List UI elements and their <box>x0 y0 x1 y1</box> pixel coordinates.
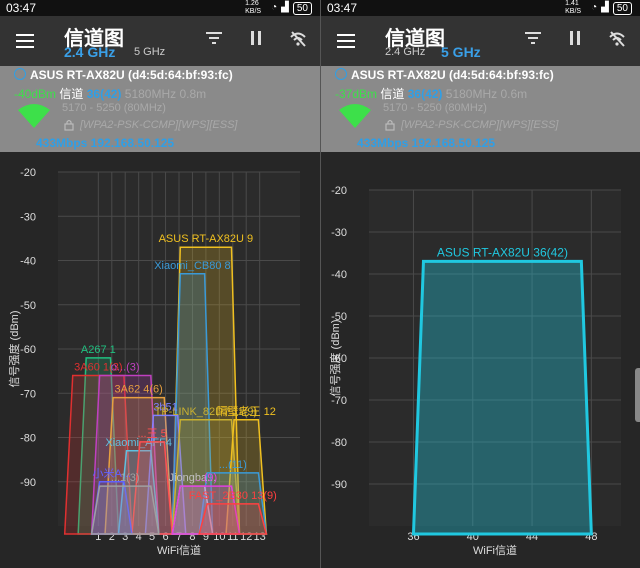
filter-icon[interactable] <box>204 30 224 50</box>
battery-icon: 50 <box>292 1 312 15</box>
series-label: ...1(3) <box>111 472 140 484</box>
band-tab-5ghz[interactable]: 5 GHz <box>134 46 165 58</box>
channel-label: 信道 <box>380 87 405 101</box>
series-label: ASUS RT-AX82U 36(42) <box>437 245 568 259</box>
right-screen: 03:47 1.41 KB/S ◔ ▟ 50 信道图 2.4 GHz 5 GHz… <box>321 0 640 568</box>
channel-value: 36(42) <box>407 87 443 101</box>
signal-icon: ▟ <box>281 2 289 13</box>
wifi-signal-icon <box>18 104 50 128</box>
wifi-status-icon: ◔ <box>271 2 278 13</box>
x-axis-label: WiFi信道 <box>157 543 201 557</box>
series-label: ...(11) <box>219 459 247 471</box>
y-tick-label: -90 <box>20 477 36 489</box>
lock-icon <box>385 119 395 131</box>
app-toolbar: 信道图 2.4 GHz 5 GHz <box>321 16 640 66</box>
y-tick-label: -30 <box>20 211 36 223</box>
signal-trapezoid <box>198 503 268 535</box>
lock-icon <box>64 119 74 131</box>
battery-icon: 50 <box>612 1 632 15</box>
system-icons: 1.41 KB/S ◔ ▟ 50 <box>565 0 632 16</box>
link-speed-ip: 433Mbps 192.168.50.125 <box>36 136 175 150</box>
signal-trapezoid <box>411 259 593 536</box>
connected-network-panel: ASUS RT-AX82U (d4:5d:64:bf:93:fc) -37dBm… <box>321 66 640 152</box>
series-label: ASUS RT-AX82U 9 <box>159 233 254 245</box>
frequency-range: 5170 - 5250 (80MHz) <box>383 102 487 114</box>
channel-value: 36(42) <box>86 87 122 101</box>
signal-trapezoid <box>90 485 160 535</box>
smiley-icon <box>335 68 347 80</box>
app-toolbar: 信道图 2.4 GHz 5 GHz <box>0 16 320 66</box>
series-label: ...(9) <box>195 472 218 484</box>
distance: 0.8m <box>179 87 207 101</box>
clock: 03:47 <box>327 1 358 15</box>
y-tick-label: -70 <box>20 388 36 400</box>
series-label: o...(3) <box>111 362 140 374</box>
band-tab-24ghz[interactable]: 2.4 GHz <box>64 44 115 60</box>
security-flags: [WPA2-PSK-CCMP][WPS][ESS] <box>80 119 238 131</box>
signal-strength: -40dBm <box>14 87 57 101</box>
series-label: 隔壁老王 12 <box>217 404 276 418</box>
frequency-range: 5170 - 5250 (80MHz) <box>62 102 166 114</box>
wifi-signal-icon <box>339 104 371 128</box>
network-speed: 1.41 KB/S <box>565 0 582 15</box>
edge-drawer-handle[interactable] <box>635 368 640 422</box>
network-speed: 1.26 KB/S <box>245 0 262 15</box>
y-tick-label: -90 <box>331 479 347 491</box>
series-label: Xiaomi_CB80 8 <box>154 260 230 272</box>
y-tick-label: -20 <box>20 167 36 179</box>
wifi-status-icon: ◔ <box>591 2 598 13</box>
y-axis-label: 信号强度 (dBm) <box>328 320 342 397</box>
signal-icon: ▟ <box>601 2 609 13</box>
y-tick-label: -40 <box>331 269 347 281</box>
distance: 0.6m <box>500 87 528 101</box>
left-screen: 03:47 1.26 KB/S ◔ ▟ 50 信道图 2.4 GHz 5 GHz… <box>0 0 320 568</box>
menu-icon[interactable] <box>16 34 34 48</box>
clock: 03:47 <box>6 1 37 15</box>
y-tick-label: -20 <box>331 185 347 197</box>
y-axis-label: 信号强度 (dBm) <box>7 311 21 388</box>
series-label: FAST_2B30 13(9) <box>189 490 277 502</box>
channel-chart-5ghz: -20-30-40-50-60-70-80-9036 40 44 48WiFi信道信号… <box>321 152 640 568</box>
filter-icon[interactable] <box>523 30 543 50</box>
frequency: 5180MHz <box>124 87 177 101</box>
channel-chart-24ghz: -20-30-40-50-60-70-80-901 2 3 4 5 6 7 8 9 10 11 12 1… <box>0 152 320 568</box>
series-label: ...王 5 <box>137 428 166 440</box>
connected-network-panel: ASUS RT-AX82U (d4:5d:64:bf:93:fc) -40dBm… <box>0 66 320 152</box>
ssid-line: ASUS RT-AX82U (d4:5d:64:bf:93:fc) <box>351 68 554 82</box>
wifi-off-icon[interactable] <box>288 30 308 50</box>
x-axis-label: WiFi信道 <box>473 543 517 557</box>
pause-icon[interactable] <box>246 30 266 50</box>
frequency: 5180MHz <box>445 87 498 101</box>
y-tick-label: -80 <box>20 433 36 445</box>
ssid-line: ASUS RT-AX82U (d4:5d:64:bf:93:fc) <box>30 68 233 82</box>
menu-icon[interactable] <box>337 34 355 48</box>
status-bar: 03:47 1.26 KB/S ◔ ▟ 50 <box>0 0 320 16</box>
y-tick-label: -80 <box>331 437 347 449</box>
band-tab-5ghz[interactable]: 5 GHz <box>441 44 481 60</box>
y-tick-label: -50 <box>20 300 36 312</box>
link-speed-ip: 433Mbps 192.168.50.125 <box>357 136 496 150</box>
y-tick-label: -30 <box>331 227 347 239</box>
y-tick-label: -60 <box>20 344 36 356</box>
y-tick-label: -40 <box>20 256 36 268</box>
pause-icon[interactable] <box>565 30 585 50</box>
series-label: A267 1 <box>81 344 116 356</box>
system-icons: 1.26 KB/S ◔ ▟ 50 <box>245 0 312 16</box>
status-bar: 03:47 1.41 KB/S ◔ ▟ 50 <box>321 0 640 16</box>
channel-label: 信道 <box>59 87 84 101</box>
series-label: 3A62 4(6) <box>115 384 163 396</box>
wifi-off-icon[interactable] <box>607 30 627 50</box>
signal-strength: -37dBm <box>335 87 378 101</box>
band-tab-24ghz[interactable]: 2.4 GHz <box>385 46 425 58</box>
smiley-icon <box>14 68 26 80</box>
security-flags: [WPA2-PSK-CCMP][WPS][ESS] <box>401 119 559 131</box>
